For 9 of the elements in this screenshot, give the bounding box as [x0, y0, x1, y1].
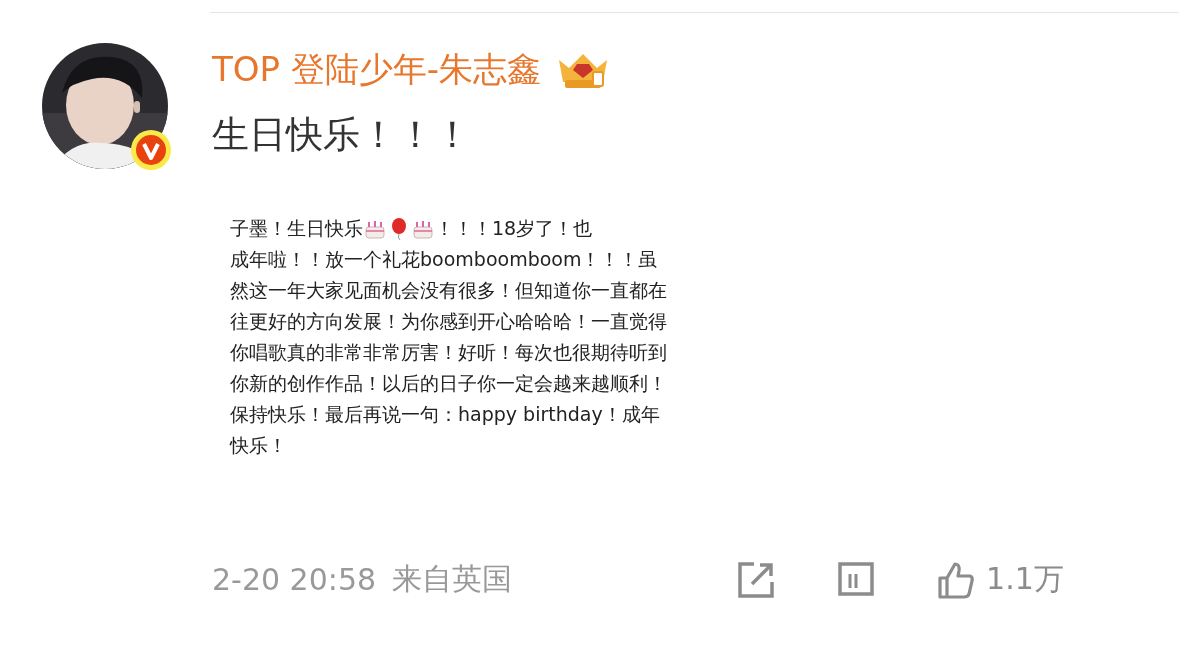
post-text: 生日快乐！！！: [212, 112, 472, 158]
post-time: 2-20 20:58: [212, 562, 377, 597]
author-name[interactable]: TOP 登陆少年-朱志鑫: [212, 47, 542, 93]
note-text: ！！！18岁了！也: [435, 216, 593, 241]
post-source: 来自英国: [392, 560, 513, 598]
like-count: 1.1万: [986, 560, 1064, 598]
note-text: 子墨！生日快乐: [230, 216, 363, 241]
share-icon[interactable]: [736, 559, 777, 600]
note-text: 成年啦！！放一个礼花boomboomboom！！！虽然这一年大家见面机会没有很多！但知道你一直都在往更好的方向发展！为你感到开心哈哈哈！一直觉得你唱歌真的非常非常厉害！好听！每次也很期待听到你新的创作作品！以后的日子你一定会越来越顺利！保持快乐！最后再说一句：happy birthday！成年快乐！: [230, 247, 668, 458]
